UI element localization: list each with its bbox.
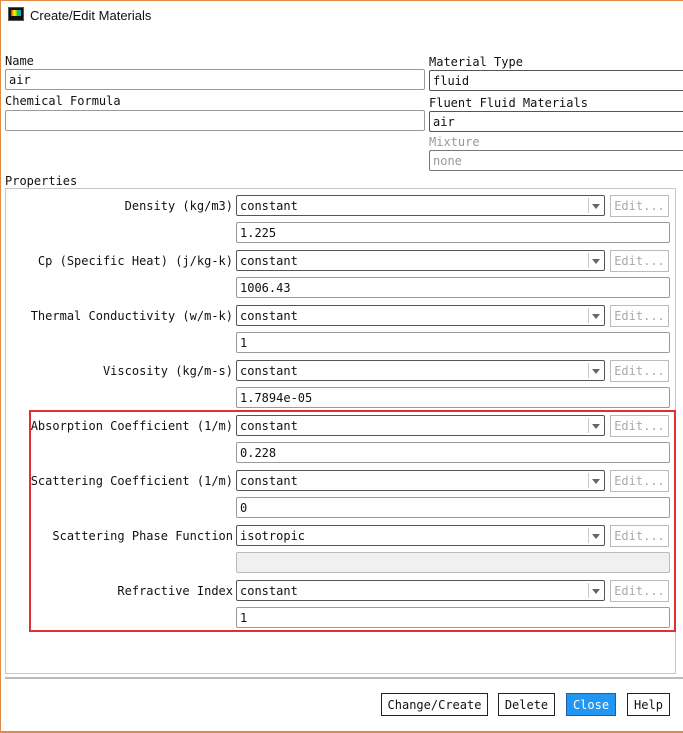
material-type-dropdown[interactable]: fluid [429,70,683,91]
chemical-formula-input[interactable] [5,110,425,131]
change-create-button[interactable]: Change/Create [381,693,488,716]
property-method-value: constant [240,199,298,213]
properties-label: Properties [5,174,78,188]
divider [5,677,683,679]
app-icon [8,7,24,21]
mixture-label: Mixture [429,135,480,149]
property-value-input[interactable]: 1006.43 [236,277,670,298]
chevron-down-icon[interactable] [588,253,602,268]
property-label: Thermal Conductivity (w/m-k) [30,309,233,323]
chemical-formula-label: Chemical Formula [5,94,121,108]
name-input[interactable]: air [5,69,425,90]
property-edit-button: Edit... [610,305,669,327]
property-value-input[interactable]: 1.7894e-05 [236,387,670,408]
property-method-dropdown[interactable]: constant [236,195,605,216]
property-method-dropdown[interactable]: constant [236,305,605,326]
property-method-dropdown[interactable]: constant [236,250,605,271]
property-edit-button: Edit... [610,195,669,217]
property-method-dropdown[interactable]: constant [236,360,605,381]
window-title: Create/Edit Materials [30,8,152,23]
property-label: Viscosity (kg/m-s) [102,364,233,378]
property-edit-button: Edit... [610,250,669,272]
mixture-dropdown: none [429,150,683,171]
chevron-down-icon[interactable] [588,363,602,378]
property-value-input[interactable]: 1.225 [236,222,670,243]
property-method-value: constant [240,364,298,378]
fluent-fluid-materials-label: Fluent Fluid Materials [429,96,588,110]
property-method-value: constant [240,309,298,323]
property-edit-button: Edit... [610,360,669,382]
delete-button[interactable]: Delete [498,693,555,716]
property-value-input[interactable]: 1 [236,332,670,353]
material-type-label: Material Type [429,55,523,69]
highlight-box [29,410,676,632]
property-label: Density (kg/m3) [124,199,233,213]
fluent-fluid-materials-dropdown[interactable]: air [429,111,683,132]
help-button[interactable]: Help [627,693,670,716]
property-label: Cp (Specific Heat) (j/kg-k) [37,254,233,268]
chevron-down-icon[interactable] [588,308,602,323]
property-method-value: constant [240,254,298,268]
close-button[interactable]: Close [566,693,616,716]
name-label: Name [5,54,34,68]
chevron-down-icon[interactable] [588,198,602,213]
